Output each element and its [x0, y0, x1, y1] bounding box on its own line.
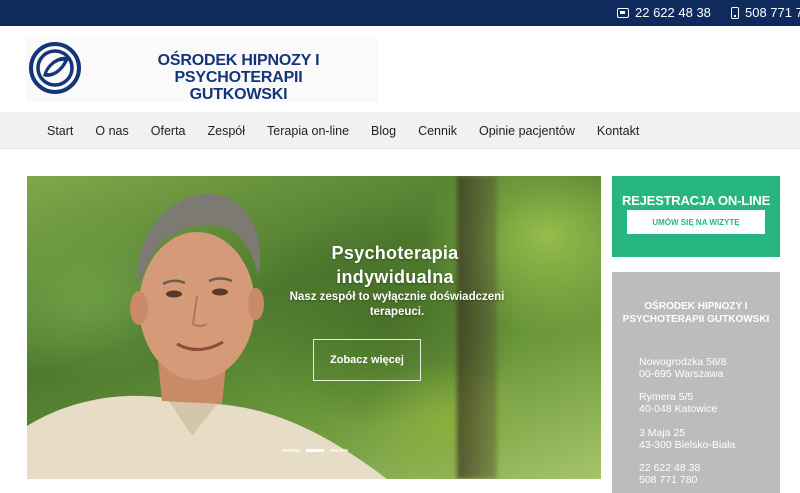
info-phone[interactable]: 22 622 48 38 [639, 462, 700, 474]
nav-item-o-nas[interactable]: O nas [84, 124, 139, 138]
info-title: OŚRODEK HIPNOZY I PSYCHOTERAPII GUTKOWSK… [622, 301, 770, 325]
mobile-phone-icon [731, 6, 739, 19]
registration-title: REJESTRACJA ON-LINE [621, 193, 771, 208]
logo-mark-icon [29, 42, 81, 94]
slider-dot-1[interactable] [282, 449, 300, 452]
address-katowice: Rymera 5/5 40-048 Katowice [639, 391, 717, 415]
logo-line-2: GUTKOWSKI [189, 86, 288, 103]
main-nav: Start O nas Oferta Zespół Terapia on-lin… [0, 112, 800, 149]
book-visit-button[interactable]: UMÓW SIĘ NA WIZYTĘ [627, 210, 765, 234]
nav-item-start[interactable]: Start [36, 124, 84, 138]
slider-dot-2[interactable] [306, 449, 324, 452]
phone-number[interactable]: 22 622 48 38 [635, 5, 711, 20]
nav-item-zespol[interactable]: Zespół [197, 124, 257, 138]
nav-item-oferta[interactable]: Oferta [140, 124, 197, 138]
address-line: 00-695 Warszawa [639, 368, 724, 380]
see-more-button[interactable]: Zobacz więcej [313, 339, 421, 381]
info-mobile[interactable]: 508 771 780 [639, 474, 700, 486]
nav-item-terapia-online[interactable]: Terapia on-line [256, 124, 360, 138]
nav-item-cennik[interactable]: Cennik [407, 124, 468, 138]
top-contact-bar: 22 622 48 38 508 771 780 [0, 0, 800, 26]
address-line: 40-048 Katowice [639, 403, 718, 415]
mobile-number[interactable]: 508 771 780 [745, 5, 800, 20]
nav-item-kontakt[interactable]: Kontakt [586, 124, 650, 138]
hero-slider[interactable]: Psychoterapia indywidualna Nasz zespół t… [27, 176, 601, 479]
online-registration-box: REJESTRACJA ON-LINE UMÓW SIĘ NA WIZYTĘ [612, 176, 780, 257]
phone-icon [617, 7, 629, 18]
slide-subtitle: Nasz zespół to wyłącznie doświadczeni te… [289, 291, 505, 318]
nav-item-blog[interactable]: Blog [360, 124, 407, 138]
slider-pagination [282, 449, 348, 452]
contact-info-box: OŚRODEK HIPNOZY I PSYCHOTERAPII GUTKOWSK… [612, 272, 780, 493]
address-line: Nowogrodzka 56/8 [639, 356, 727, 368]
logo[interactable]: OŚRODEK HIPNOZY I PSYCHOTERAPII GUTKOWSK… [26, 36, 381, 103]
address-line: 3 Maja 25 [639, 427, 686, 439]
site-header: OŚRODEK HIPNOZY I PSYCHOTERAPII GUTKOWSK… [0, 26, 800, 112]
address-line: Rymera 5/5 [639, 391, 694, 403]
slide-title: Psychoterapia indywidualna [331, 243, 459, 287]
nav-item-opinie[interactable]: Opinie pacjentów [468, 124, 586, 138]
mobile-contact[interactable]: 508 771 780 [731, 5, 800, 20]
info-phones: 22 622 48 38 508 771 780 [639, 462, 700, 486]
address-line: 43-300 Bielsko-Biała [639, 439, 736, 451]
logo-text: OŚRODEK HIPNOZY I PSYCHOTERAPII GUTKOWSK… [96, 52, 381, 103]
slider-dot-3[interactable] [330, 449, 348, 452]
phone-contact[interactable]: 22 622 48 38 [617, 5, 711, 20]
address-bielsko: 3 Maja 25 43-300 Bielsko-Biała [639, 427, 735, 451]
hero-photo-person [27, 194, 387, 479]
address-warszawa: Nowogrodzka 56/8 00-695 Warszawa [639, 356, 727, 380]
logo-line-1: OŚRODEK HIPNOZY I PSYCHOTERAPII [157, 52, 320, 86]
